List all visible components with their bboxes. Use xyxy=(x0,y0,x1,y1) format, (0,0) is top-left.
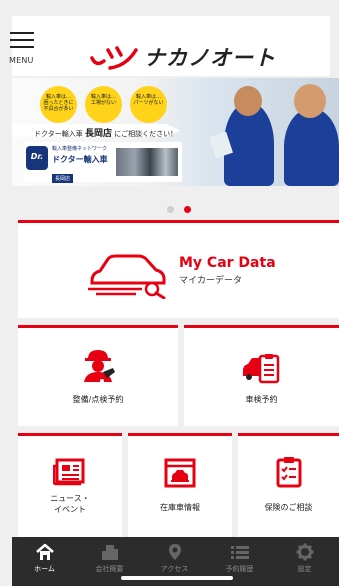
mechanic-head xyxy=(234,86,262,116)
tab-home-label: ホーム xyxy=(34,565,55,573)
garage-car-icon xyxy=(164,458,196,488)
carousel-dot[interactable] xyxy=(167,206,174,213)
mechanic-head xyxy=(294,84,326,118)
promo-banner[interactable]: 輸入車は… 困ったときに 不具合が多い 輸入車は… 工場がない 輸入車は… パーツがない… xyxy=(12,78,339,186)
dr-branch-label: 長岡店 xyxy=(52,174,74,183)
insurance-label: 保険のご相談 xyxy=(264,503,313,512)
app-screen: MENU ナカノオート 輸入車は… 困ったときに 不具合が多い 輸入車は… 工場がない… xyxy=(0,0,339,586)
tab-settings[interactable]: 設定 xyxy=(272,537,337,586)
shaken-reservation-button[interactable]: 車検予約 xyxy=(184,325,339,426)
dr-badge-icon: Dr. xyxy=(26,146,48,170)
home-icon xyxy=(35,543,54,560)
doctor-import-car-logo: Dr. 輸入車整備ネットワーク ドクター輸入車 長岡店 xyxy=(24,142,182,183)
brand-name: ナカノオート xyxy=(144,46,276,70)
car-checklist-icon xyxy=(242,354,279,384)
tab-access-label: アクセス xyxy=(160,565,189,573)
menu-label: MENU xyxy=(9,56,34,65)
carousel-dot-active[interactable] xyxy=(184,206,191,213)
car-photos xyxy=(116,148,178,176)
banner-bubble: 輸入車は… 困ったときに 不具合が多い xyxy=(40,86,77,123)
menu-button[interactable]: MENU xyxy=(9,32,36,74)
tab-company-label: 会社概要 xyxy=(95,565,124,573)
dr-brand-name: ドクター輸入車 xyxy=(52,155,108,164)
tab-home[interactable]: ホーム xyxy=(12,537,77,586)
list-icon xyxy=(230,546,249,559)
gear-icon xyxy=(296,543,313,561)
shaken-label: 車検予約 xyxy=(245,395,278,404)
news-events-button[interactable]: ニュース・ イベント xyxy=(18,433,122,537)
checklist-icon xyxy=(276,457,301,488)
brand-logo: ナカノオート xyxy=(88,42,278,72)
insurance-consult-button[interactable]: 保険のご相談 xyxy=(238,433,339,537)
logo-mark-icon xyxy=(90,46,138,70)
car-search-icon xyxy=(88,254,166,299)
banner-consult-text: ドクター輸入車 長岡店 にご相談ください！ xyxy=(34,129,178,139)
newspaper-icon xyxy=(53,458,85,486)
my-car-data-button[interactable]: My Car Data マイカーデータ xyxy=(18,220,339,318)
maintenance-reservation-button[interactable]: 整備/点検予約 xyxy=(18,325,178,426)
mechanic-icon xyxy=(84,350,115,383)
tab-history-label: 予約履歴 xyxy=(225,565,254,573)
news-label: ニュース・ イベント xyxy=(50,494,90,514)
banner-bubble: 輸入車は… 工場がない xyxy=(85,86,122,123)
stock-label: 在庫車情報 xyxy=(160,503,200,512)
stock-cars-button[interactable]: 在庫車情報 xyxy=(128,433,232,537)
tab-settings-label: 設定 xyxy=(297,565,312,573)
banner-bubble: 輸入車は… パーツがない xyxy=(130,86,167,123)
building-icon xyxy=(101,545,118,560)
maintenance-label: 整備/点検予約 xyxy=(72,395,124,404)
network-label: 輸入車整備ネットワーク xyxy=(52,146,108,152)
my-car-data-title: My Car Data xyxy=(179,255,276,271)
map-pin-icon xyxy=(168,544,181,560)
mechanic-photo xyxy=(284,108,339,186)
home-indicator xyxy=(121,576,233,580)
my-car-data-subtitle: マイカーデータ xyxy=(179,276,243,286)
